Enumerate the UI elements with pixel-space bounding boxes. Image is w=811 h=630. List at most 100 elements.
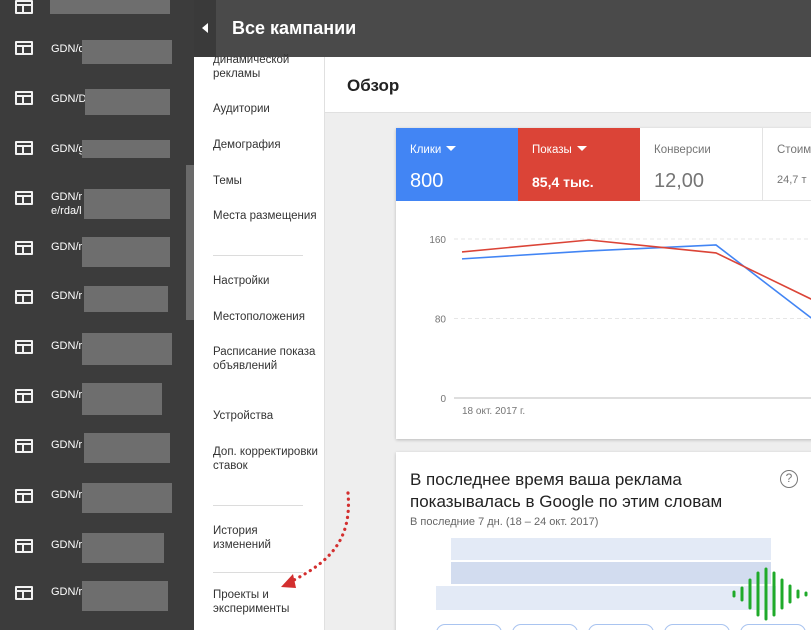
keywords-date-range: В последние 7 дн. (18 – 24 окт. 2017) <box>410 516 599 528</box>
keywords-title: В последнее время ваша реклама показывал… <box>410 470 723 511</box>
campaign-item[interactable]: GDN/r <box>0 281 194 331</box>
redacted-name <box>82 237 170 267</box>
nav-item-devices[interactable]: Устройства <box>213 409 318 423</box>
campaign-name: GDN/r <box>51 489 83 501</box>
chart-x-tick-label: 18 окт. 2017 г. <box>462 406 525 417</box>
redacted-name <box>82 533 164 563</box>
metric-clicks[interactable]: Клики 800 <box>396 128 518 201</box>
redacted-name <box>82 140 170 158</box>
dropdown-caret-icon <box>446 146 457 151</box>
campaign-item[interactable]: GDN/r e/rda/l <box>0 181 194 231</box>
redacted-name <box>82 581 168 611</box>
metric-clicks-value: 800 <box>410 170 444 192</box>
campaign-name: GDN/r <box>51 539 83 551</box>
campaign-table-icon <box>15 340 33 354</box>
campaign-name: GDN/g <box>51 143 85 155</box>
metric-conversions-label: Конверсии <box>654 144 711 156</box>
campaign-name-line2: e/rda/l <box>51 205 82 217</box>
redacted-name <box>50 0 170 14</box>
campaign-list: GDN/d GDN/D GDN/g GDN/r e/rda/l GDN/r GD… <box>0 0 194 630</box>
nav-item-demographics[interactable]: Демография <box>213 138 318 152</box>
redacted-keywords <box>436 586 776 610</box>
campaign-table-icon <box>15 439 33 453</box>
redacted-name <box>85 89 170 115</box>
campaign-table-icon <box>15 539 33 553</box>
nav-divider <box>213 505 303 506</box>
collapse-sidebar-button[interactable] <box>194 0 216 57</box>
nav-item-ad-schedule[interactable]: Расписание показа объявлений <box>213 345 318 373</box>
campaign-item[interactable]: GDN/r <box>0 431 194 481</box>
campaign-item[interactable]: GDN/r <box>0 331 194 381</box>
metric-cost-label: Стоим <box>777 144 811 156</box>
dropdown-caret-icon <box>576 146 587 151</box>
redacted-keywords <box>451 538 771 560</box>
chart-y-tick-label: 80 <box>435 315 447 326</box>
nav-item-audiences[interactable]: Аудитории <box>213 102 318 116</box>
redacted-name <box>82 333 172 365</box>
nav-divider <box>213 255 303 256</box>
nav-item-bid-adjustments[interactable]: Доп. корректировки ставок <box>213 445 318 473</box>
top-bar: Все кампании <box>194 0 811 57</box>
metric-cost-value: 24,7 т <box>777 174 807 186</box>
redacted-name <box>82 40 172 64</box>
metric-impressions-label: Показы <box>532 144 572 156</box>
campaign-item[interactable]: GDN/r <box>0 381 194 431</box>
campaign-name: GDN/r <box>51 389 83 401</box>
campaign-name: GDN/r <box>51 340 83 352</box>
campaign-item[interactable]: GDN/d <box>0 32 194 82</box>
metric-impressions[interactable]: Показы 85,4 тыс. <box>518 128 640 201</box>
metric-impressions-value: 85,4 тыс. <box>532 174 594 190</box>
overview-title: Обзор <box>347 76 400 95</box>
redacted-name <box>82 383 162 415</box>
nav-divider <box>213 572 303 573</box>
redacted-keywords <box>451 562 771 584</box>
campaign-item[interactable]: GDN/r <box>0 581 194 630</box>
main-header: Обзор <box>325 57 811 113</box>
campaign-table-icon <box>15 586 33 600</box>
chart-series-line <box>461 244 811 319</box>
section-nav: динамической рекламы Аудитории Демографи… <box>194 54 325 630</box>
metric-clicks-label: Клики <box>410 144 442 156</box>
performance-chart: 160 80 0 18 окт. 2017 г. <box>429 235 811 417</box>
campaign-list-scrollbar[interactable] <box>186 165 194 320</box>
nav-item-settings[interactable]: Настройки <box>213 274 318 288</box>
keyword-chip[interactable] <box>436 624 502 630</box>
chart-y-tick-label: 160 <box>429 235 446 246</box>
campaign-table-icon <box>15 91 33 105</box>
campaign-name: GDN/r <box>51 586 83 598</box>
campaign-item[interactable]: GDN/r <box>0 531 194 581</box>
campaign-item[interactable]: GDN/g <box>0 131 194 181</box>
redacted-name <box>84 433 170 463</box>
nav-item-topics[interactable]: Темы <box>213 174 318 188</box>
nav-item-dynamic-ads[interactable]: динамической рекламы <box>213 53 318 81</box>
redacted-name <box>82 483 172 513</box>
campaign-name: GDN/r <box>51 241 83 253</box>
brand-logo-icon <box>732 567 808 621</box>
campaign-name: GDN/d <box>51 43 85 55</box>
nav-item-placements[interactable]: Места размещения <box>213 209 318 223</box>
metric-cost[interactable]: Стоим 24,7 т <box>763 128 811 201</box>
keyword-chip[interactable] <box>588 624 654 630</box>
campaign-table-icon <box>15 389 33 403</box>
nav-item-locations[interactable]: Местоположения <box>213 310 318 324</box>
metric-conversions[interactable]: Конверсии 12,00 <box>640 128 763 201</box>
campaign-table-icon <box>15 41 33 55</box>
nav-item-change-history[interactable]: История изменений <box>213 524 318 552</box>
campaign-item[interactable]: GDN/r <box>0 231 194 281</box>
keyword-chip[interactable] <box>740 624 806 630</box>
campaign-item[interactable]: GDN/r <box>0 481 194 531</box>
chart-y-tick-label: 0 <box>440 394 446 405</box>
help-icon[interactable]: ? <box>780 470 798 488</box>
campaign-name: GDN/r <box>51 290 83 302</box>
campaign-item[interactable] <box>0 0 194 32</box>
campaign-table-icon <box>15 241 33 255</box>
campaign-item[interactable]: GDN/D <box>0 81 194 131</box>
keyword-chip[interactable] <box>664 624 730 630</box>
campaign-table-icon <box>15 0 33 14</box>
campaign-table-icon <box>15 290 33 304</box>
keyword-chip[interactable] <box>512 624 578 630</box>
campaign-name: GDN/r <box>51 439 83 451</box>
nav-item-drafts-experiments[interactable]: Проекты и эксперименты <box>213 588 318 616</box>
campaign-name: GDN/r <box>51 191 83 203</box>
redacted-name <box>84 189 170 219</box>
